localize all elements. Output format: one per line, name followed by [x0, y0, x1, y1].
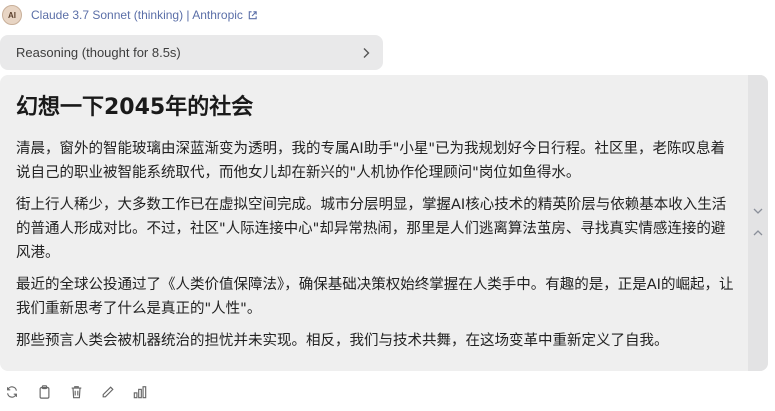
copy-icon[interactable]: [36, 384, 52, 400]
message-actions: [4, 382, 164, 402]
scroll-up-icon[interactable]: [751, 228, 765, 238]
message-paragraph: 最近的全球公投通过了《人类价值保障法》，确保基础决策权始终掌握在人类手中。有趣的…: [16, 277, 734, 317]
edit-icon[interactable]: [100, 384, 116, 400]
chat-response-view: AI Claude 3.7 Sonnet (thinking) | Anthro…: [0, 0, 775, 411]
scrollbar[interactable]: [748, 75, 768, 371]
trash-icon[interactable]: [68, 384, 84, 400]
model-avatar: AI: [2, 5, 22, 25]
message-paragraph: 清晨，窗外的智能玻璃由深蓝渐变为透明，我的专属AI助手"小星"已为我规划好今日行…: [16, 141, 726, 181]
message-card: 幻想一下2045年的社会 清晨，窗外的智能玻璃由深蓝渐变为透明，我的专属AI助手…: [0, 75, 768, 371]
avatar-initials: AI: [8, 10, 16, 20]
message-paragraph: 那些预言人类会被机器统治的担忧并未实现。相反，我们与技术共舞，在这场变革中重新定…: [16, 333, 669, 349]
message-content: 幻想一下2045年的社会 清晨，窗外的智能玻璃由深蓝渐变为透明，我的专属AI助手…: [16, 93, 738, 361]
reasoning-toggle[interactable]: Reasoning (thought for 8.5s): [0, 35, 383, 70]
reasoning-label[interactable]: Reasoning (thought for 8.5s): [16, 45, 181, 60]
model-name-link[interactable]: Claude 3.7 Sonnet (thinking) | Anthropic: [31, 8, 258, 22]
external-link-icon[interactable]: [247, 10, 258, 21]
model-name-text[interactable]: Claude 3.7 Sonnet (thinking) | Anthropic: [31, 8, 243, 22]
chevron-right-icon[interactable]: [361, 47, 371, 59]
refresh-icon[interactable]: [4, 384, 20, 400]
stats-icon[interactable]: [132, 384, 148, 400]
scroll-down-icon[interactable]: [751, 206, 765, 216]
message-paragraph: 街上行人稀少，大多数工作已在虚拟空间完成。城市分层明显，掌握AI核心技术的精英阶…: [16, 197, 727, 261]
message-header: AI Claude 3.7 Sonnet (thinking) | Anthro…: [0, 3, 258, 27]
message-title: 幻想一下2045年的社会: [16, 95, 254, 120]
